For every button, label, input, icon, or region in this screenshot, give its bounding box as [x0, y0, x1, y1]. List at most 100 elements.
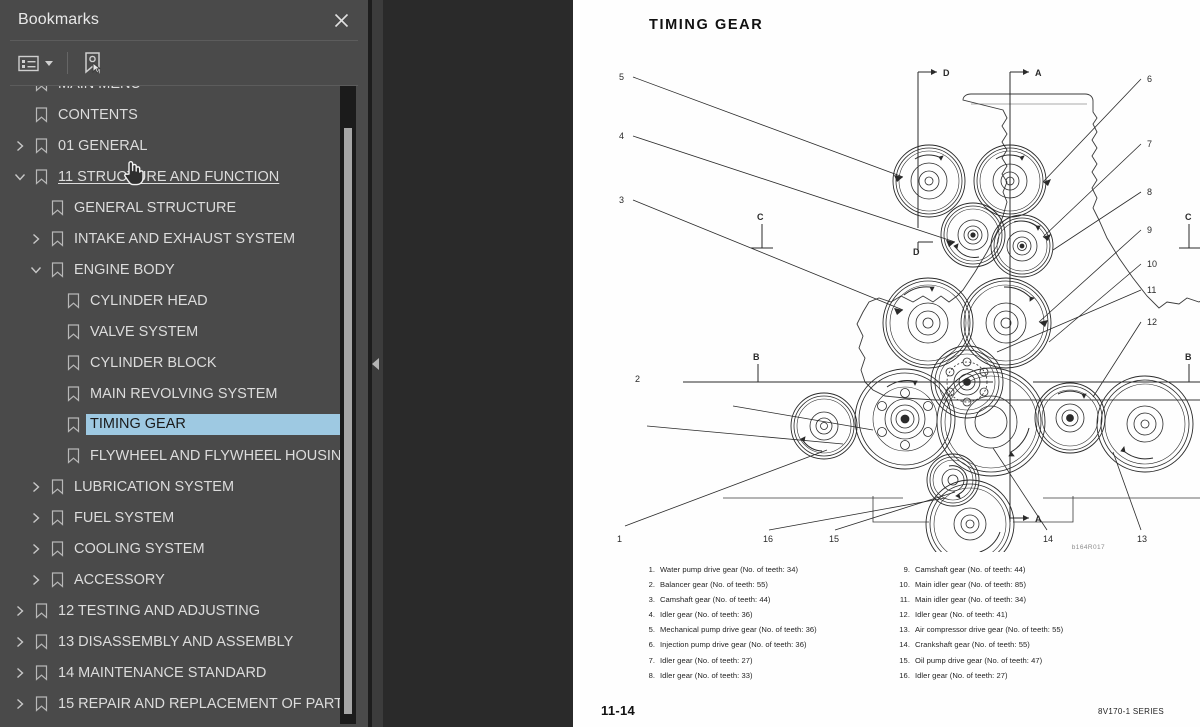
chevron-right-icon[interactable]	[26, 512, 46, 524]
bookmark-item[interactable]: LUBRICATION SYSTEM	[0, 471, 368, 502]
bookmark-icon	[46, 540, 68, 557]
svg-text:14: 14	[1043, 534, 1053, 544]
bookmark-item[interactable]: FLYWHEEL AND FLYWHEEL HOUSING	[0, 440, 368, 471]
legend-item: 11. Main idler gear (No. of teeth: 34)	[896, 596, 1146, 604]
legend-item-number: 16.	[899, 670, 910, 680]
new-bookmark-icon[interactable]	[78, 48, 108, 78]
chevron-right-icon[interactable]	[26, 543, 46, 555]
legend-item-number: 6.	[648, 640, 655, 650]
chevron-right-icon[interactable]	[10, 605, 30, 617]
scrollbar-thumb[interactable]	[344, 128, 352, 714]
svg-text:6: 6	[1147, 74, 1152, 84]
legend-item-text: Main idler gear (No. of teeth: 85)	[915, 580, 1027, 590]
bookmark-item[interactable]: MAIN MENU	[0, 86, 368, 99]
bookmark-item[interactable]: COOLING SYSTEM	[0, 533, 368, 564]
svg-text:D: D	[913, 247, 920, 257]
legend-item-number: 14.	[899, 640, 910, 650]
svg-text:5: 5	[619, 72, 624, 82]
close-icon[interactable]	[328, 7, 354, 33]
svg-text:1: 1	[617, 534, 622, 544]
bookmarks-panel-header: Bookmarks	[0, 0, 368, 40]
legend-item-text: Idler gear (No. of teeth: 36)	[660, 610, 753, 620]
svg-text:15: 15	[829, 534, 839, 544]
bookmark-item[interactable]: 12 TESTING AND ADJUSTING	[0, 595, 368, 626]
legend-item-number: 12.	[899, 610, 910, 620]
svg-text:4: 4	[619, 131, 624, 141]
bookmark-item[interactable]: 14 MAINTENANCE STANDARD	[0, 657, 368, 688]
bookmarks-scrollbar[interactable]	[340, 86, 356, 724]
legend-item: 6. Injection pump drive gear (No. of teet…	[641, 641, 876, 649]
legend-item-text: Injection pump drive gear (No. of teeth:…	[660, 640, 807, 650]
legend-item: 5. Mechanical pump drive gear (No. of tee…	[641, 626, 876, 634]
legend-item-text: Water pump drive gear (No. of teeth: 34)	[660, 565, 799, 574]
bookmark-item[interactable]: INTAKE AND EXHAUST SYSTEM	[0, 223, 368, 254]
bookmark-item[interactable]: FUEL SYSTEM	[0, 502, 368, 533]
bookmarks-panel: Bookmarks CONTENTS 01 GENERAL 11 STRUCTU…	[0, 0, 368, 727]
list-options-icon[interactable]	[14, 48, 57, 78]
chevron-right-icon[interactable]	[26, 574, 46, 586]
legend-item-text: Camshaft gear (No. of teeth: 44)	[660, 595, 771, 605]
chevron-down-icon	[45, 60, 53, 66]
legend-item: 2. Balancer gear (No. of teeth: 55)	[641, 581, 876, 589]
figure-code: b164R017	[1071, 544, 1105, 551]
bookmark-item-label: ACCESSORY	[74, 571, 165, 588]
legend-item: 3. Camshaft gear (No. of teeth: 44)	[641, 596, 876, 604]
bookmark-item-label: CONTENTS	[58, 106, 138, 123]
bookmark-icon	[62, 385, 84, 402]
legend-item: 7. Idler gear (No. of teeth: 27)	[641, 656, 876, 665]
legend-item-text: Main idler gear (No. of teeth: 34)	[915, 595, 1027, 605]
bookmark-item[interactable]: CYLINDER HEAD	[0, 285, 368, 316]
pdf-viewer: TIMING GEAR 5 4 3 2 6 7 8 9 10 11 12 1 1…	[383, 0, 1200, 727]
svg-text:D: D	[943, 68, 950, 78]
bookmark-item[interactable]: MAIN REVOLVING SYSTEM	[0, 378, 368, 409]
chevron-right-icon[interactable]	[10, 140, 30, 152]
bookmark-item-label: CYLINDER BLOCK	[90, 354, 217, 371]
bookmark-icon	[62, 323, 84, 340]
chevron-right-icon[interactable]	[10, 667, 30, 679]
legend-item-number: 9.	[903, 565, 910, 574]
legend-item-number: 11.	[899, 595, 910, 605]
chevron-down-icon[interactable]	[26, 265, 46, 275]
bookmark-icon	[30, 86, 52, 92]
bookmark-item-label: 01 GENERAL	[58, 137, 148, 154]
bookmark-item[interactable]: TIMING GEAR	[0, 409, 368, 440]
panel-collapse-handle[interactable]	[368, 0, 383, 727]
page-number: 11-14	[601, 703, 636, 718]
svg-text:C: C	[757, 212, 764, 222]
bookmark-item-label: 15 REPAIR AND REPLACEMENT OF PARTS	[58, 695, 353, 712]
chevron-right-icon[interactable]	[26, 233, 46, 245]
bookmark-item[interactable]: 15 REPAIR AND REPLACEMENT OF PARTS	[0, 688, 368, 719]
bookmark-item[interactable]: ACCESSORY	[0, 564, 368, 595]
legend-item-text: Balancer gear (No. of teeth: 55)	[660, 580, 768, 590]
bookmark-icon	[30, 168, 52, 185]
collapse-left-arrow-icon	[372, 357, 379, 370]
bookmark-icon	[30, 106, 52, 123]
legend-item-text: Idler gear (No. of teeth: 41)	[915, 610, 1008, 620]
bookmark-item[interactable]: 13 DISASSEMBLY AND ASSEMBLY	[0, 626, 368, 657]
bookmark-item[interactable]: ENGINE BODY	[0, 254, 368, 285]
bookmarks-tree: MAIN MENU CONTENTS 01 GENERAL 11 STRUCTURE …	[0, 86, 368, 719]
legend-item-number: 2.	[648, 580, 655, 590]
legend-column-right: 9. Camshaft gear (No. of teeth: 44) 10. Mai…	[896, 566, 1146, 687]
series-label: 8V170-1 SERIES	[1097, 707, 1164, 716]
bookmark-item[interactable]: 01 GENERAL	[0, 130, 368, 161]
bookmark-item[interactable]: CONTENTS	[0, 99, 368, 130]
bookmark-icon	[46, 478, 68, 495]
chevron-right-icon[interactable]	[10, 636, 30, 648]
legend-item: 10. Main idler gear (No. of teeth: 85)	[896, 581, 1146, 589]
svg-text:8: 8	[1147, 187, 1152, 197]
bookmark-item[interactable]: 11 STRUCTURE AND FUNCTION	[0, 161, 368, 192]
legend-item: 13. Air compressor drive gear (No. of tee…	[896, 626, 1146, 634]
bookmark-item-label: 12 TESTING AND ADJUSTING	[58, 602, 260, 619]
chevron-right-icon[interactable]	[26, 481, 46, 493]
toolbar-separator	[67, 52, 68, 74]
bookmark-item-label: LUBRICATION SYSTEM	[74, 478, 235, 495]
chevron-right-icon[interactable]	[10, 698, 30, 710]
chevron-down-icon[interactable]	[10, 172, 30, 182]
bookmark-item[interactable]: CYLINDER BLOCK	[0, 347, 368, 378]
bookmark-item[interactable]: VALVE SYSTEM	[0, 316, 368, 347]
svg-text:16: 16	[763, 534, 773, 544]
legend-item: 4. Idler gear (No. of teeth: 36)	[641, 611, 876, 619]
pdf-page: TIMING GEAR 5 4 3 2 6 7 8 9 10 11 12 1 1…	[573, 0, 1200, 727]
bookmark-item[interactable]: GENERAL STRUCTURE	[0, 192, 368, 223]
